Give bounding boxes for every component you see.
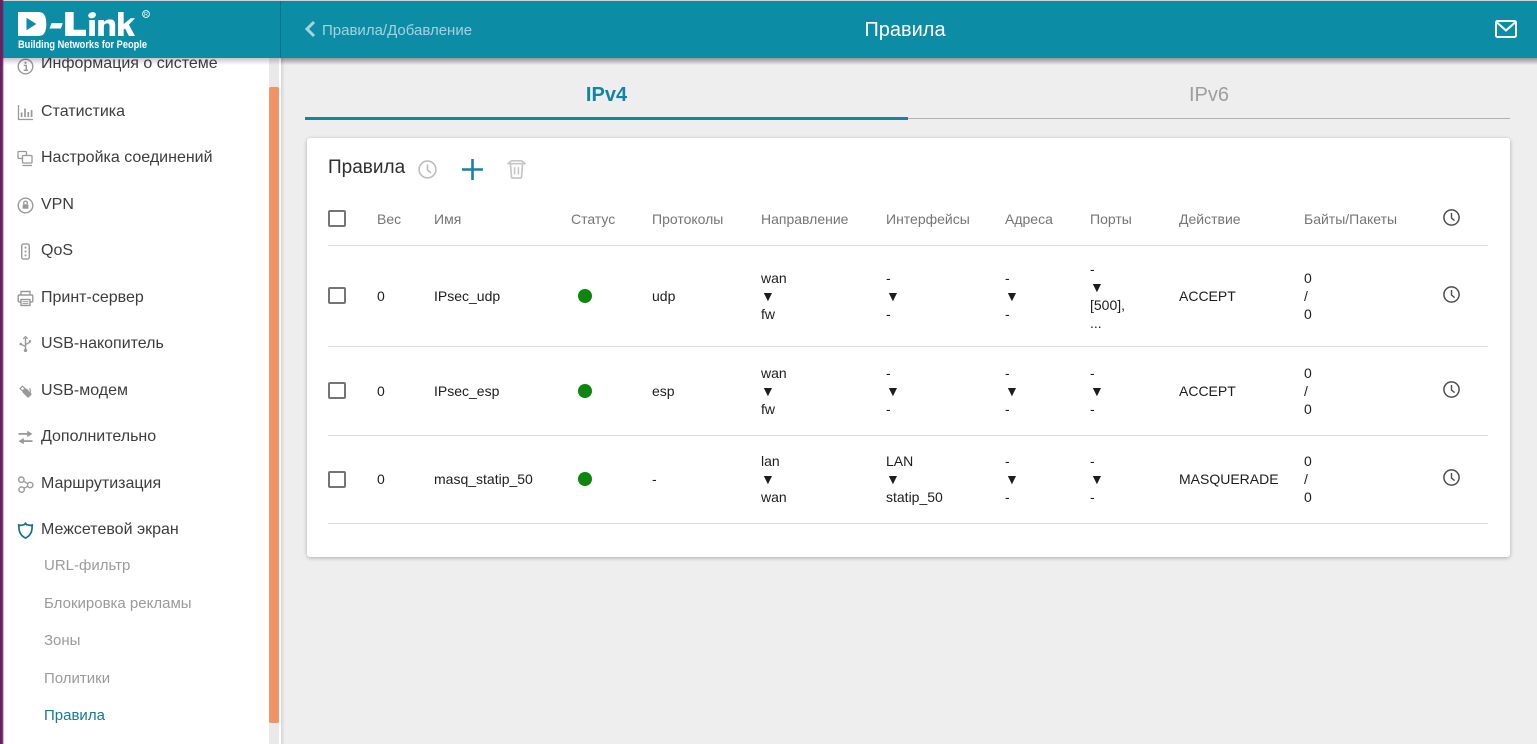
svg-text:R: R [144, 12, 148, 18]
